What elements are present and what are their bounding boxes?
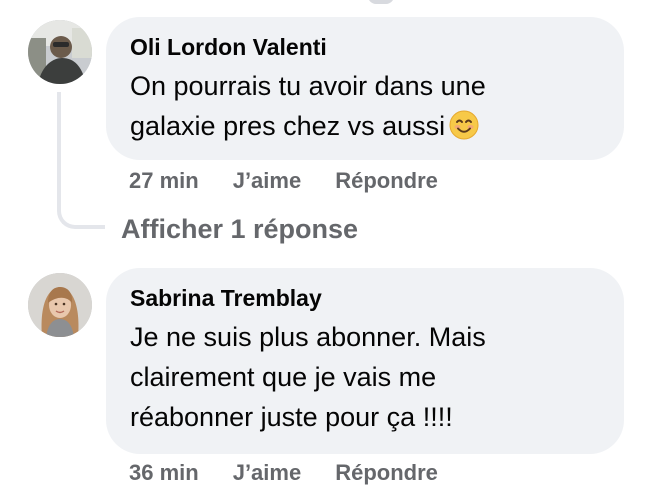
comment-author[interactable]: Sabrina Tremblay bbox=[130, 283, 600, 313]
comment-timestamp[interactable]: 36 min bbox=[129, 460, 199, 486]
reply-button[interactable]: Répondre bbox=[335, 168, 438, 194]
comment-text-line: On pourrais tu avoir dans une bbox=[130, 71, 486, 101]
comment-timestamp[interactable]: 27 min bbox=[129, 168, 199, 194]
comment-bubble: Sabrina Tremblay Je ne suis plus abonner… bbox=[106, 268, 624, 454]
comment-bubble: Oli Lordon Valenti On pourrais tu avoir … bbox=[106, 17, 624, 160]
comment-thread: Oli Lordon Valenti On pourrais tu avoir … bbox=[0, 0, 670, 488]
reply-thread-line bbox=[57, 92, 105, 229]
smiling-face-emoji-icon bbox=[449, 110, 479, 140]
profile-photo-man-icon bbox=[28, 20, 92, 84]
like-button[interactable]: J’aime bbox=[233, 460, 302, 486]
avatar[interactable] bbox=[28, 273, 92, 337]
like-button[interactable]: J’aime bbox=[233, 168, 302, 194]
comment-actions: 27 min J’aime Répondre bbox=[129, 168, 438, 194]
reply-button[interactable]: Répondre bbox=[335, 460, 438, 486]
comment-text-line: Je ne suis plus abonner. Mais bbox=[130, 322, 486, 352]
comment-actions: 36 min J’aime Répondre bbox=[129, 460, 438, 486]
comment-text-line: galaxie pres chez vs aussi bbox=[130, 111, 446, 141]
comment-author[interactable]: Oli Lordon Valenti bbox=[130, 32, 600, 62]
avatar[interactable] bbox=[28, 20, 92, 84]
profile-photo-woman-icon bbox=[28, 273, 92, 337]
previous-comment-edge bbox=[368, 0, 394, 4]
comment-text-line: réabonner juste pour ça !!!! bbox=[130, 402, 453, 432]
comment-text-line-with-emoji: galaxie pres chez vs aussi bbox=[130, 106, 600, 146]
show-replies-link[interactable]: Afficher 1 réponse bbox=[121, 214, 358, 245]
comment-text-line: clairement que je vais me bbox=[130, 362, 437, 392]
